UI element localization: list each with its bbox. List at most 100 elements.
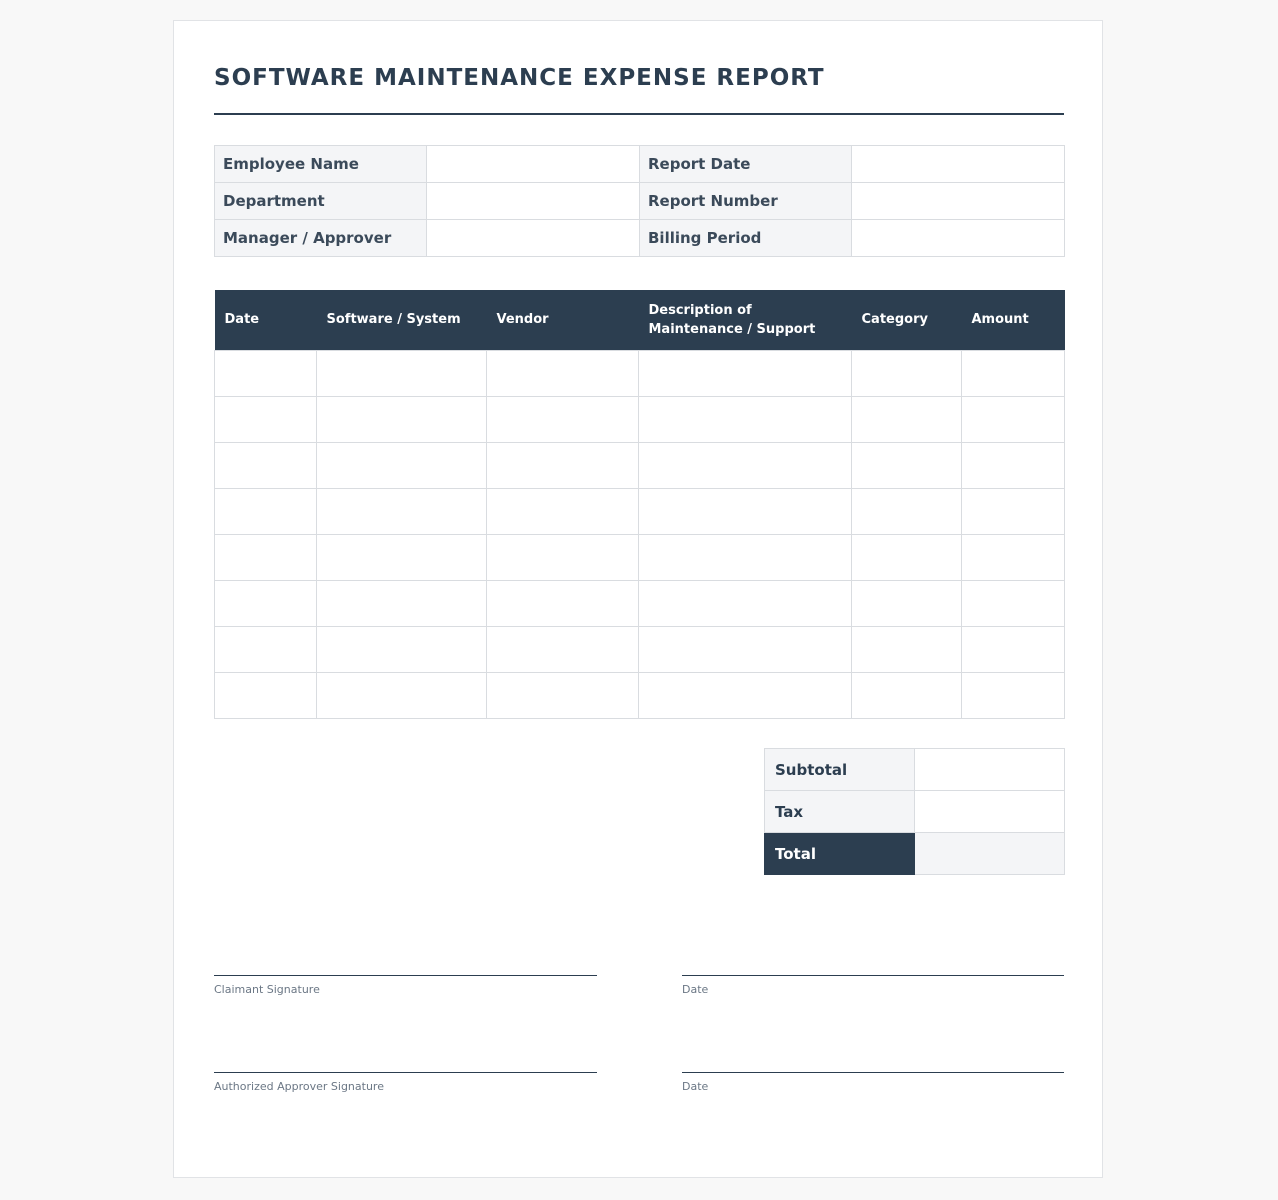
expense-cell-description[interactable] <box>638 671 852 719</box>
title-divider <box>214 113 1064 115</box>
expense-cell-date[interactable] <box>214 671 317 719</box>
expense-cell-software[interactable] <box>316 533 487 581</box>
column-header-vendor: Vendor <box>486 290 639 350</box>
table-row <box>214 579 1065 627</box>
report-title: SOFTWARE MAINTENANCE EXPENSE REPORT <box>214 65 825 91</box>
expense-cell-amount[interactable] <box>961 487 1065 535</box>
info-row-department: Department Report Number <box>214 182 1065 220</box>
expense-rows <box>214 349 1065 719</box>
department-field[interactable] <box>426 182 640 220</box>
expense-cell-software[interactable] <box>316 441 487 489</box>
expense-cell-vendor[interactable] <box>486 625 639 673</box>
total-field[interactable] <box>914 832 1065 875</box>
expense-cell-date[interactable] <box>214 533 317 581</box>
expense-cell-category[interactable] <box>851 395 962 443</box>
expense-cell-vendor[interactable] <box>486 441 639 489</box>
table-row <box>214 349 1065 397</box>
expense-cell-description[interactable] <box>638 579 852 627</box>
column-header-amount: Amount <box>961 290 1065 350</box>
tax-row: Tax <box>764 790 1065 833</box>
expense-cell-software[interactable] <box>316 487 487 535</box>
expense-cell-amount[interactable] <box>961 579 1065 627</box>
claimant-signature-label: Claimant Signature <box>214 983 320 996</box>
subtotal-label: Subtotal <box>764 748 915 791</box>
expense-cell-vendor[interactable] <box>486 487 639 535</box>
expense-cell-vendor[interactable] <box>486 671 639 719</box>
claimant-signature-line[interactable] <box>214 975 597 976</box>
expense-cell-date[interactable] <box>214 441 317 489</box>
total-row: Total <box>764 832 1065 875</box>
totals-table: Subtotal Tax Total <box>764 748 1065 875</box>
expense-cell-software[interactable] <box>316 671 487 719</box>
expense-cell-software[interactable] <box>316 349 487 397</box>
expense-cell-date[interactable] <box>214 625 317 673</box>
expense-cell-software[interactable] <box>316 395 487 443</box>
table-row <box>214 487 1065 535</box>
expense-cell-category[interactable] <box>851 625 962 673</box>
expense-cell-date[interactable] <box>214 487 317 535</box>
subtotal-row: Subtotal <box>764 748 1065 791</box>
approver-date-line[interactable] <box>682 1072 1064 1073</box>
billing-period-label: Billing Period <box>639 219 852 257</box>
column-header-date: Date <box>214 290 317 350</box>
expense-cell-amount[interactable] <box>961 395 1065 443</box>
expense-cell-category[interactable] <box>851 579 962 627</box>
expense-cell-amount[interactable] <box>961 671 1065 719</box>
expense-cell-description[interactable] <box>638 441 852 489</box>
expense-cell-category[interactable] <box>851 441 962 489</box>
expense-cell-description[interactable] <box>638 533 852 581</box>
expense-cell-date[interactable] <box>214 395 317 443</box>
expense-cell-vendor[interactable] <box>486 395 639 443</box>
expense-cell-amount[interactable] <box>961 533 1065 581</box>
claimant-date-line[interactable] <box>682 975 1064 976</box>
table-row <box>214 533 1065 581</box>
expense-cell-amount[interactable] <box>961 625 1065 673</box>
expense-cell-date[interactable] <box>214 579 317 627</box>
expense-cell-category[interactable] <box>851 533 962 581</box>
report-number-field[interactable] <box>851 182 1065 220</box>
claimant-date-label: Date <box>682 983 709 996</box>
expense-cell-vendor[interactable] <box>486 533 639 581</box>
info-row-manager: Manager / Approver Billing Period <box>214 219 1065 257</box>
info-row-employee: Employee Name Report Date <box>214 145 1065 183</box>
manager-approver-field[interactable] <box>426 219 640 257</box>
expense-cell-description[interactable] <box>638 349 852 397</box>
report-date-field[interactable] <box>851 145 1065 183</box>
tax-field[interactable] <box>914 790 1065 833</box>
expense-cell-description[interactable] <box>638 487 852 535</box>
expense-cell-description[interactable] <box>638 395 852 443</box>
billing-period-field[interactable] <box>851 219 1065 257</box>
subtotal-field[interactable] <box>914 748 1065 791</box>
expense-cell-amount[interactable] <box>961 349 1065 397</box>
expense-cell-description[interactable] <box>638 625 852 673</box>
table-row <box>214 441 1065 489</box>
report-number-label: Report Number <box>639 182 852 220</box>
expense-cell-vendor[interactable] <box>486 579 639 627</box>
expense-table: Date Software / System Vendor Descriptio… <box>214 290 1065 719</box>
expense-cell-date[interactable] <box>214 349 317 397</box>
approver-date-label: Date <box>682 1080 709 1093</box>
total-label: Total <box>764 832 915 875</box>
employee-name-field[interactable] <box>426 145 640 183</box>
column-header-software: Software / System <box>316 290 487 350</box>
expense-cell-software[interactable] <box>316 579 487 627</box>
manager-approver-label: Manager / Approver <box>214 219 427 257</box>
employee-info-table: Employee Name Report Date Department Rep… <box>214 145 1065 257</box>
expense-header-row: Date Software / System Vendor Descriptio… <box>214 290 1065 350</box>
department-label: Department <box>214 182 427 220</box>
expense-cell-category[interactable] <box>851 487 962 535</box>
report-date-label: Report Date <box>639 145 852 183</box>
expense-cell-category[interactable] <box>851 671 962 719</box>
report-page: SOFTWARE MAINTENANCE EXPENSE REPORT Empl… <box>173 20 1103 1178</box>
table-row <box>214 395 1065 443</box>
expense-cell-category[interactable] <box>851 349 962 397</box>
table-row <box>214 625 1065 673</box>
approver-signature-line[interactable] <box>214 1072 597 1073</box>
column-header-category: Category <box>851 290 962 350</box>
tax-label: Tax <box>764 790 915 833</box>
column-header-description: Description of Maintenance / Support <box>638 290 852 350</box>
expense-cell-vendor[interactable] <box>486 349 639 397</box>
expense-cell-software[interactable] <box>316 625 487 673</box>
approver-signature-label: Authorized Approver Signature <box>214 1080 384 1093</box>
expense-cell-amount[interactable] <box>961 441 1065 489</box>
